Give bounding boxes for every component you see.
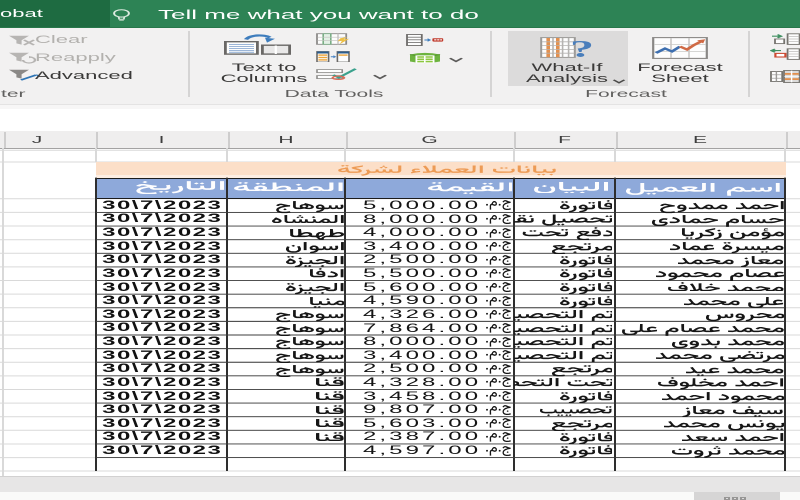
svg-text:?: ? <box>570 37 594 61</box>
